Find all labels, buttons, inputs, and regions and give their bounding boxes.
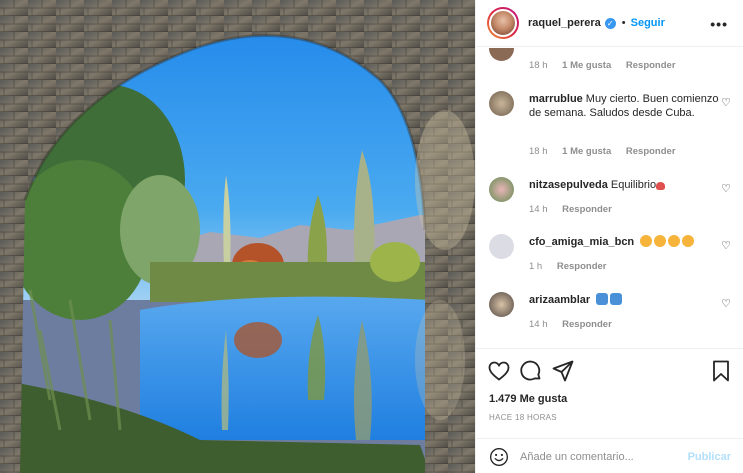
post-header: raquel_perera ✓ • Seguir ••• (476, 0, 743, 47)
comment-input[interactable] (520, 447, 680, 467)
post-side-panel: raquel_perera ✓ • Seguir ••• 18 h 1 Me g… (475, 0, 743, 473)
comment-like-heart-icon[interactable]: ♡ (721, 182, 731, 195)
reply-button[interactable]: Responder (557, 261, 607, 272)
heart-eyes-emoji-icon (610, 293, 623, 305)
comment-time[interactable]: 1 h (529, 261, 542, 272)
likes-count[interactable]: 1.479 Me gusta (489, 393, 567, 405)
kiss-emoji-icon (654, 235, 667, 247)
publish-button[interactable]: Publicar (688, 451, 731, 463)
reply-button[interactable]: Responder (562, 319, 612, 330)
speech-bubble-icon[interactable] (519, 359, 543, 383)
comment-meta: 14 h Responder (529, 319, 624, 330)
username-link[interactable]: raquel_perera (528, 17, 601, 29)
commenter-username[interactable]: cfo_amiga_mia_bcn (529, 236, 634, 248)
post-timestamp[interactable]: HACE 18 HORAS (489, 413, 557, 422)
comment-like-heart-icon[interactable]: ♡ (721, 96, 731, 109)
kiss-emoji-icon (640, 235, 653, 247)
follow-button[interactable]: Seguir (631, 17, 665, 29)
comment-meta: 18 h 1 Me gusta Responder (529, 60, 688, 71)
commenter-avatar[interactable] (489, 177, 514, 202)
heart-icon[interactable] (487, 359, 511, 383)
avatar-image (489, 9, 517, 37)
landscape-through-stone-arch (0, 0, 475, 473)
comment-composer: Publicar (476, 438, 743, 473)
comment-body: cfo_amiga_mia_bcn (529, 235, 719, 249)
separator-dot: • (621, 17, 626, 29)
comments-list[interactable]: 18 h 1 Me gusta Responder marrublue Muy c… (476, 48, 743, 348)
comment-like-heart-icon[interactable]: ♡ (721, 239, 731, 252)
smiley-icon[interactable] (489, 447, 509, 467)
reply-button[interactable]: Responder (562, 204, 612, 215)
comment-time[interactable]: 18 h (529, 60, 548, 71)
comment-text: Equilibrio (610, 179, 657, 191)
paper-plane-icon[interactable] (551, 359, 575, 383)
comment-time[interactable]: 14 h (529, 204, 548, 215)
post-photo[interactable] (0, 0, 475, 473)
commenter-avatar[interactable] (489, 48, 514, 61)
more-options-icon[interactable]: ••• (710, 16, 728, 32)
comment-meta: 1 h Responder (529, 261, 618, 272)
reply-button[interactable]: Responder (626, 60, 676, 71)
commenter-username[interactable]: nitzasepulveda (529, 179, 608, 191)
comment-time[interactable]: 14 h (529, 319, 548, 330)
heart-emoji-icon (656, 182, 666, 190)
post-actions-bar (476, 348, 743, 392)
commenter-avatar[interactable] (489, 234, 514, 259)
comment-time[interactable]: 18 h (529, 146, 548, 157)
commenter-username[interactable]: marrublue (529, 93, 583, 105)
instagram-post: raquel_perera ✓ • Seguir ••• 18 h 1 Me g… (0, 0, 743, 473)
commenter-avatar[interactable] (489, 91, 514, 116)
comment-body: marrublue Muy cierto. Buen comienzo de se… (529, 92, 719, 120)
clapping-emoji-icon (596, 293, 609, 305)
kiss-emoji-icon (682, 235, 695, 247)
comment-body: nitzasepulveda Equilibrio (529, 178, 719, 192)
comment-likes[interactable]: 1 Me gusta (562, 146, 611, 157)
comment-like-heart-icon[interactable]: ♡ (721, 297, 731, 310)
kiss-emoji-icon (668, 235, 681, 247)
reply-button[interactable]: Responder (626, 146, 676, 157)
comment-meta: 14 h Responder (529, 204, 624, 215)
bookmark-icon[interactable] (709, 359, 733, 383)
commenter-username[interactable]: arizaamblar (529, 294, 590, 306)
comment-body: arizaamblar (529, 293, 719, 307)
commenter-avatar[interactable] (489, 292, 514, 317)
comment-meta: 18 h 1 Me gusta Responder (529, 146, 688, 157)
comment-likes[interactable]: 1 Me gusta (562, 60, 611, 71)
verified-badge-icon: ✓ (604, 17, 616, 29)
profile-avatar[interactable] (487, 7, 519, 39)
